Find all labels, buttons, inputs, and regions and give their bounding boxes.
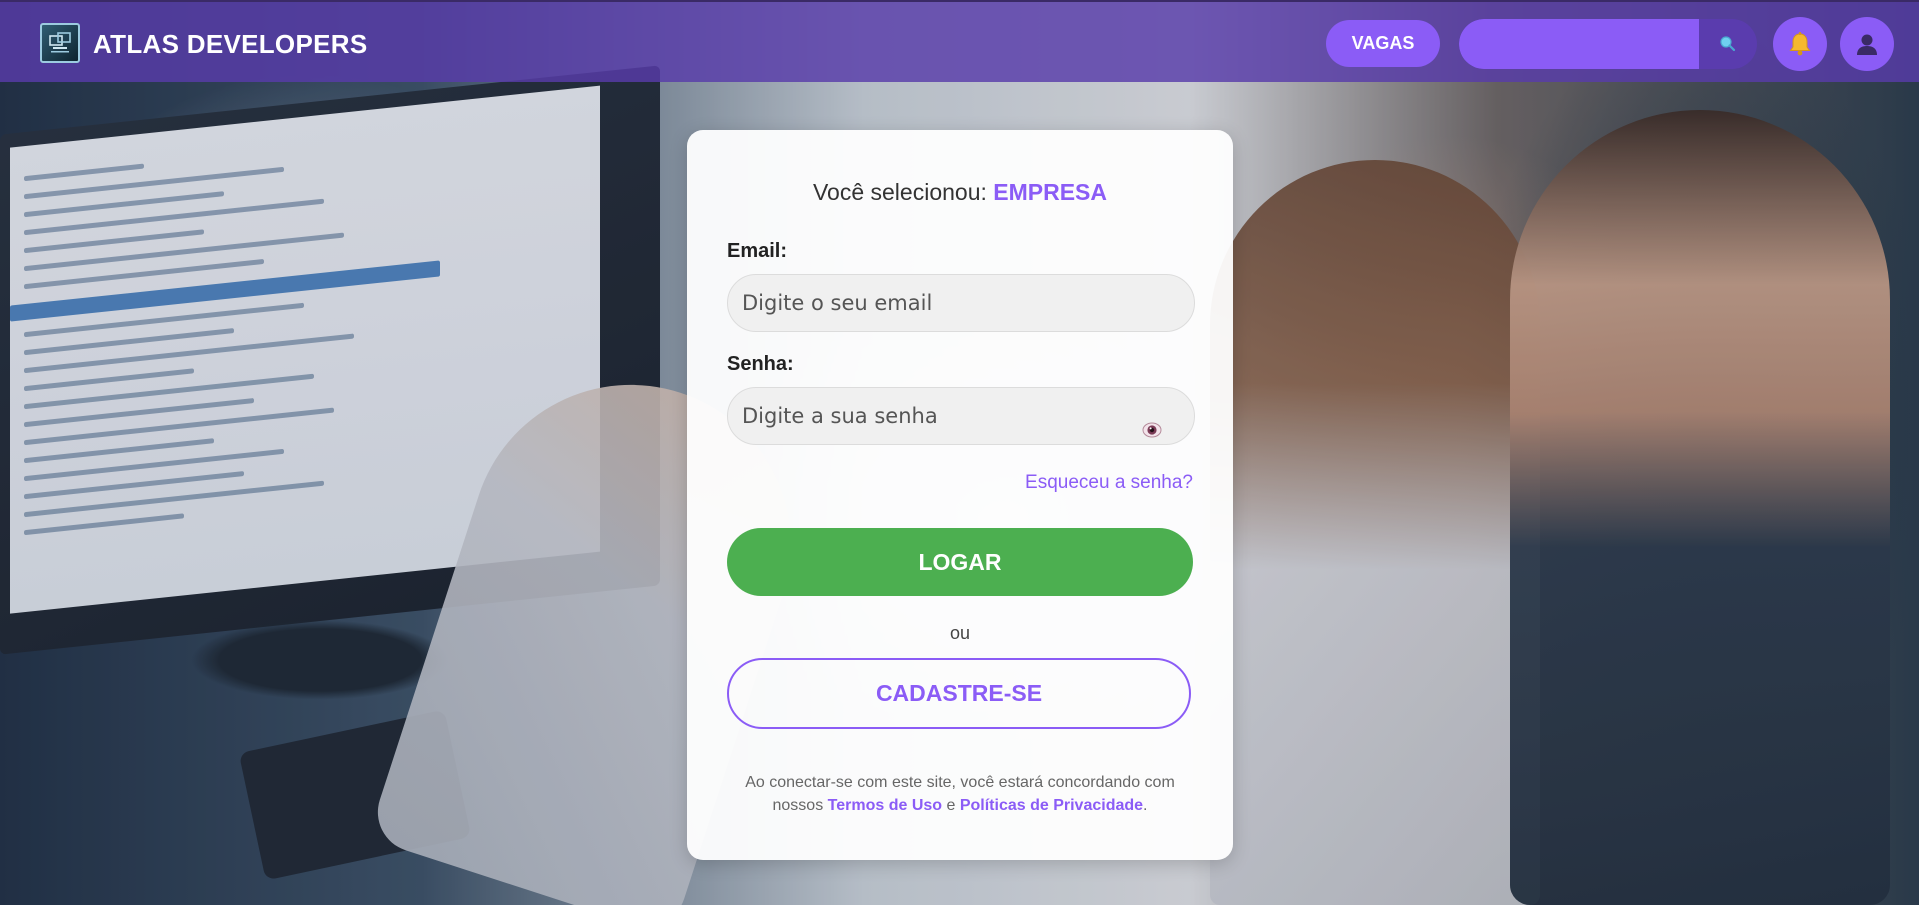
logo-graphic <box>49 32 71 53</box>
email-field[interactable] <box>727 274 1195 332</box>
privacy-policy-link[interactable]: Políticas de Privacidade <box>960 797 1143 814</box>
brand-title[interactable]: ATLAS DEVELOPERS <box>93 29 367 60</box>
terms-of-use-link[interactable]: Termos de Uso <box>828 797 942 814</box>
search-bar <box>1459 19 1757 69</box>
eye-icon <box>1142 422 1162 438</box>
selected-account-type: Você selecionou: EMPRESA <box>687 179 1233 206</box>
show-password-icon[interactable] <box>1141 419 1163 441</box>
email-label: Email: <box>727 240 788 262</box>
profile-button[interactable] <box>1840 17 1894 71</box>
password-field[interactable] <box>727 387 1195 445</box>
password-label: Senha: <box>727 353 794 375</box>
terms-notice: Ao conectar-se com este site, você estar… <box>727 771 1193 817</box>
user-icon <box>1857 34 1877 55</box>
selected-value: EMPRESA <box>993 179 1108 205</box>
login-card: Você selecionou: EMPRESA Email: Senha: E… <box>687 130 1233 860</box>
bell-icon <box>1789 32 1811 56</box>
search-icon <box>1720 36 1736 52</box>
terms-and: e <box>942 797 960 814</box>
notifications-button[interactable] <box>1773 17 1827 71</box>
top-navbar: ATLAS DEVELOPERS VAGAS <box>0 0 1919 82</box>
login-button[interactable]: LOGAR <box>727 528 1193 596</box>
or-divider-text: ou <box>949 623 971 643</box>
terms-suffix: . <box>1143 797 1148 814</box>
selected-prefix: Você selecionou: <box>812 179 994 205</box>
signup-button[interactable]: CADASTRE-SE <box>727 658 1191 729</box>
logo-icon[interactable] <box>40 23 80 63</box>
search-button[interactable] <box>1699 19 1757 69</box>
vagas-button[interactable]: VAGAS <box>1326 20 1440 67</box>
forgot-password-link[interactable]: Esqueceu a senha? <box>687 472 1193 494</box>
search-input[interactable] <box>1459 19 1699 69</box>
